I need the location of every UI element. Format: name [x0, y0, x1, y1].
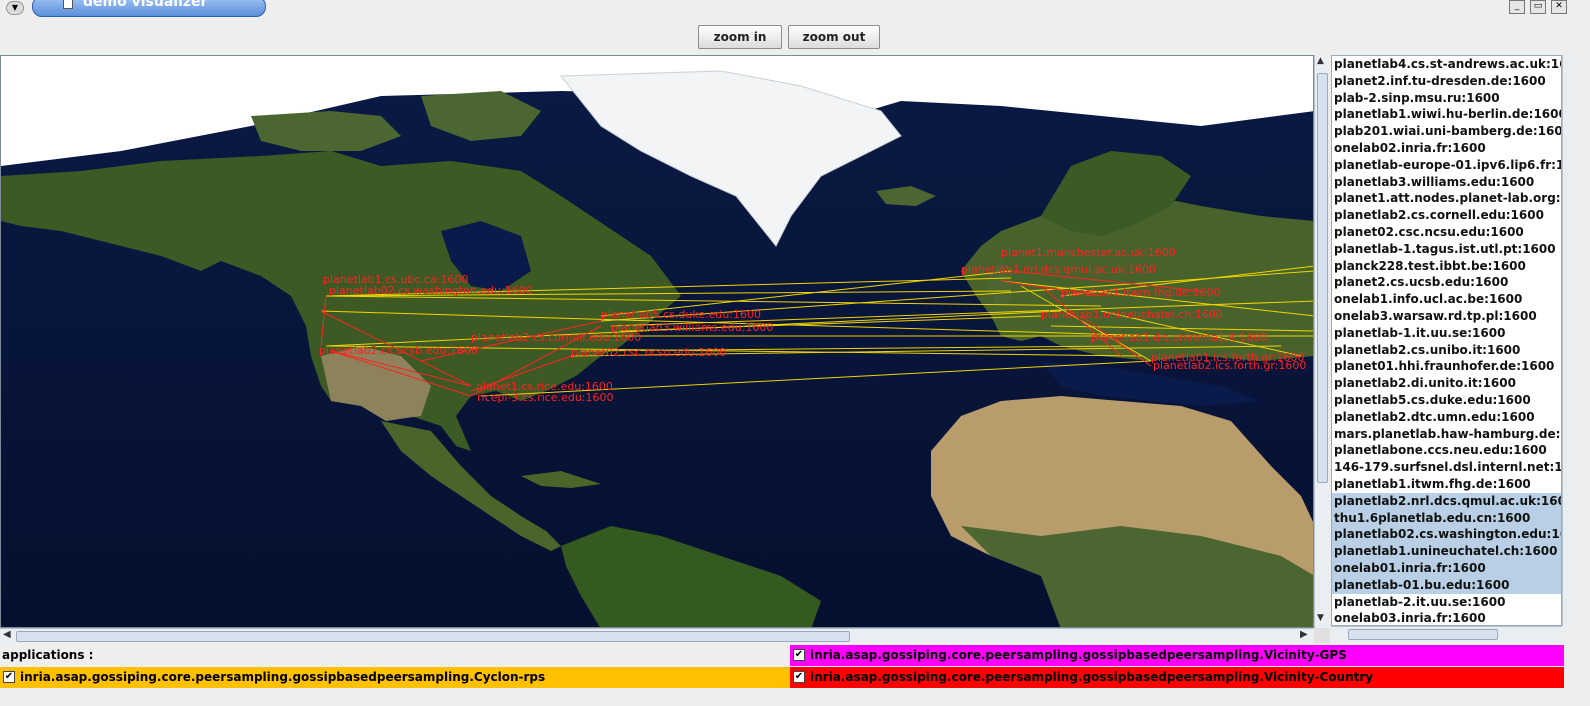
map-horizontal-scroll-thumb[interactable]	[16, 631, 850, 642]
node-list-item[interactable]: planetlabone.ccs.neu.edu:1600	[1332, 442, 1561, 459]
minimize-button[interactable]: _	[1509, 0, 1525, 14]
node-list-item[interactable]: onelab01.inria.fr:1600	[1332, 559, 1561, 577]
node-list-item[interactable]: plab201.wiai.uni-bamberg.de:1600	[1332, 123, 1561, 140]
node-list-item[interactable]: planet01.hhi.fraunhofer.de:1600	[1332, 358, 1561, 375]
node-list-item[interactable]: planetlab1.wiwi.hu-berlin.de:1600	[1332, 106, 1561, 123]
node-list-item[interactable]: planetlab02.cs.washington.edu:1600	[1332, 526, 1561, 544]
node-list-horizontal-scrollbar[interactable]	[1331, 626, 1562, 643]
node-list-item[interactable]: planetlab-1.it.uu.se:1600	[1332, 325, 1561, 342]
checkbox-vicinity-gps[interactable]: ✔	[793, 649, 805, 661]
node-list-item[interactable]: planetlab5.cs.duke.edu:1600	[1332, 392, 1561, 409]
node-list-item[interactable]: planet2.inf.tu-dresden.de:1600	[1332, 73, 1561, 90]
applications-label: applications :	[2, 648, 94, 662]
node-list-item[interactable]: planetlab2.di.unito.it:1600	[1332, 375, 1561, 392]
node-list-item[interactable]: planet2.cs.ucsb.edu:1600	[1332, 274, 1561, 291]
node-list-item[interactable]: planet1.att.nodes.planet-lab.org:1600	[1332, 190, 1561, 207]
node-label[interactable]: planetlab2.cs.cornell.edu:1600	[471, 331, 641, 344]
window-title: demo visualizer	[83, 0, 208, 10]
node-list-item[interactable]: onelab02.inria.fr:1600	[1332, 140, 1561, 157]
node-list-item[interactable]: thu1.6planetlab.edu.cn:1600	[1332, 509, 1561, 527]
scroll-left-arrow-icon[interactable]: ◀	[3, 629, 11, 640]
title-bar: ▼ demo visualizer _ ▭ ✕	[0, 0, 1590, 20]
node-list-item[interactable]: plab-2.sinp.msu.ru:1600	[1332, 90, 1561, 107]
window-title-tab: demo visualizer	[32, 0, 266, 17]
app-toggle-vicinity-country[interactable]: ✔ inria.asap.gossiping.core.peersampling…	[790, 667, 1564, 688]
node-label[interactable]: planetlab1.itwm.fhg.de:1600	[1061, 286, 1220, 299]
checkbox-cyclon-rps[interactable]: ✔	[3, 671, 15, 683]
node-label[interactable]: planetlab5.cs.duke.edu:1600	[601, 308, 761, 321]
node-list-item[interactable]: planetlab3.williams.edu:1600	[1332, 174, 1561, 191]
node-label[interactable]: planetlab02.cs.washington.edu:1600	[329, 284, 533, 297]
app-name: inria.asap.gossiping.core.peersampling.g…	[810, 670, 1374, 684]
app-toggle-vicinity-gps[interactable]: ✔ inria.asap.gossiping.core.peersampling…	[790, 645, 1564, 666]
map-horizontal-scrollbar[interactable]: ◀ ▶	[0, 628, 1314, 643]
node-list-item[interactable]: planetlab-2.it.uu.se:1600	[1332, 594, 1561, 611]
close-button[interactable]: ✕	[1551, 0, 1567, 14]
node-list-item[interactable]: planetlab-1.tagus.ist.utl.pt:1600	[1332, 241, 1561, 258]
node-list-item[interactable]: planck228.test.ibbt.be:1600	[1332, 258, 1561, 275]
node-list-item[interactable]: mars.planetlab.haw-hamburg.de:1600	[1332, 426, 1561, 443]
node-list-horizontal-scroll-thumb[interactable]	[1348, 629, 1498, 640]
node-label[interactable]: ricepl-3.cs.rice.edu:1600	[477, 391, 614, 404]
node-list-item[interactable]: planetlab1.itwm.fhg.de:1600	[1332, 476, 1561, 493]
node-label[interactable]: planet02.csc.ncsu.edu:1600	[571, 346, 726, 359]
node-label[interactable]: planetlab2.cs.ucsb.edu:1600	[319, 344, 478, 357]
app-icon	[63, 0, 73, 9]
node-label[interactable]: planetlab1.nrl.dcs.qmul.ac.uk:1600	[961, 263, 1156, 276]
node-list-item[interactable]: onelab3.warsaw.rd.tp.pl:1600	[1332, 308, 1561, 325]
node-list-item[interactable]: planetlab1.unineuchatel.ch:1600	[1332, 543, 1561, 560]
scroll-corner	[1314, 628, 1330, 643]
maximize-button[interactable]: ▭	[1530, 0, 1546, 14]
node-list-item[interactable]: onelab03.inria.fr:1600	[1332, 610, 1561, 625]
zoom-in-button[interactable]: zoom in	[698, 25, 782, 49]
node-label[interactable]: planetlab1.dis.uniroma1.it:1600	[1091, 331, 1267, 344]
node-list-item[interactable]: planetlab2.cs.unibo.it:1600	[1332, 342, 1561, 359]
node-list-item[interactable]: 146-179.surfsnel.dsl.internl.net:1600	[1332, 459, 1561, 476]
node-list-item[interactable]: onelab1.info.ucl.ac.be:1600	[1332, 291, 1561, 308]
node-list-item[interactable]: planetlab4.cs.st-andrews.ac.uk:1600	[1332, 56, 1561, 73]
node-list[interactable]: planetlab4.cs.st-andrews.ac.uk:1600 plane…	[1331, 55, 1562, 626]
scroll-down-arrow-icon[interactable]: ▼	[1317, 613, 1324, 623]
node-list-item[interactable]: planetlab-01.bu.edu:1600	[1332, 576, 1561, 594]
node-list-item[interactable]: planet02.csc.ncsu.edu:1600	[1332, 224, 1561, 241]
app-name: inria.asap.gossiping.core.peersampling.g…	[20, 670, 546, 684]
node-list-vertical-scrollbar[interactable]	[1562, 55, 1574, 626]
node-label[interactable]: planet1.manchester.ac.uk:1600	[1001, 246, 1176, 259]
map-vertical-scroll-thumb[interactable]	[1317, 73, 1328, 483]
world-map-view[interactable]: planetlab1.cs.ubc.ca:1600 planetlab02.cs…	[0, 55, 1314, 628]
app-name: inria.asap.gossiping.core.peersampling.g…	[810, 648, 1347, 662]
scroll-up-arrow-icon[interactable]: ▲	[1317, 56, 1324, 66]
checkbox-vicinity-country[interactable]: ✔	[793, 671, 805, 683]
node-list-item[interactable]: planetlab2.nrl.dcs.qmul.ac.uk:1600	[1332, 492, 1561, 510]
node-list-item[interactable]: planetlab-europe-01.ipv6.lip6.fr:1600	[1332, 157, 1561, 174]
system-menu-button[interactable]: ▼	[6, 1, 24, 15]
app-toggle-cyclon-rps[interactable]: ✔ inria.asap.gossiping.core.peersampling…	[0, 667, 790, 688]
scroll-right-arrow-icon[interactable]: ▶	[1300, 629, 1308, 640]
node-list-item[interactable]: planetlab2.cs.cornell.edu:1600	[1332, 207, 1561, 224]
node-label[interactable]: planetlab1.unineuchatel.ch:1600	[1041, 308, 1223, 321]
map-vertical-scrollbar[interactable]: ▲ ▼	[1314, 55, 1330, 628]
node-label[interactable]: planetlab2.ics.forth.gr:1600	[1153, 359, 1306, 372]
zoom-out-button[interactable]: zoom out	[788, 25, 880, 49]
world-map: planetlab1.cs.ubc.ca:1600 planetlab02.cs…	[1, 56, 1313, 627]
node-list-item[interactable]: planetlab2.dtc.umn.edu:1600	[1332, 409, 1561, 426]
